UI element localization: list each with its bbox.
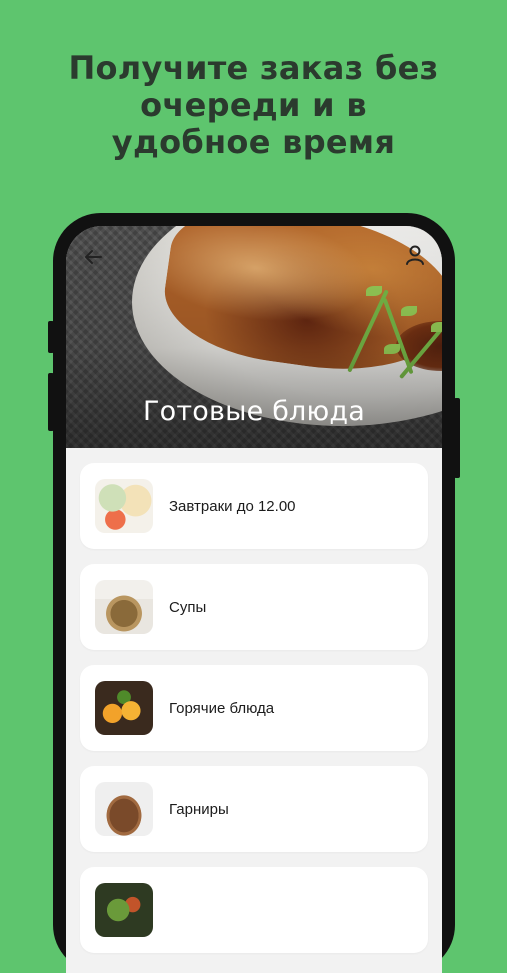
arrow-left-icon bbox=[85, 250, 102, 264]
back-button[interactable] bbox=[80, 244, 106, 270]
category-label: Супы bbox=[169, 598, 207, 616]
promo-title-line-1: Получите заказ без bbox=[68, 49, 439, 87]
category-thumbnail-salad bbox=[95, 883, 153, 937]
category-thumbnail-breakfast bbox=[95, 479, 153, 533]
category-thumbnail-soup bbox=[95, 580, 153, 634]
category-item-soup[interactable]: Супы bbox=[80, 564, 428, 650]
user-icon bbox=[406, 245, 424, 265]
category-label: Горячие блюда bbox=[169, 699, 275, 717]
page-title: Готовые блюда bbox=[142, 396, 366, 427]
promo-title: Получите заказ без очереди и в удобное в… bbox=[0, 50, 507, 161]
category-label: Гарниры bbox=[169, 800, 229, 818]
phone-side-button bbox=[454, 398, 460, 478]
app-screen: Готовые блюда Завтраки до 12.00 Супы Гор… bbox=[66, 226, 442, 973]
category-thumbnail-side-dishes bbox=[95, 782, 153, 836]
promo-title-line-3: удобное время bbox=[111, 123, 396, 161]
phone-side-button bbox=[48, 373, 54, 431]
category-thumbnail-hot-dishes bbox=[95, 681, 153, 735]
profile-button[interactable] bbox=[404, 244, 430, 270]
phone-frame: Готовые блюда Завтраки до 12.00 Супы Гор… bbox=[48, 213, 460, 973]
category-list: Завтраки до 12.00 Супы Горячие блюда Гар… bbox=[80, 463, 428, 968]
phone-side-button bbox=[48, 321, 54, 353]
category-item-breakfast[interactable]: Завтраки до 12.00 bbox=[80, 463, 428, 549]
category-item-side-dishes[interactable]: Гарниры bbox=[80, 766, 428, 852]
category-item-salad[interactable] bbox=[80, 867, 428, 953]
category-item-hot-dishes[interactable]: Горячие блюда bbox=[80, 665, 428, 751]
category-label: Завтраки до 12.00 bbox=[169, 497, 296, 515]
promo-title-line-2: очереди и в bbox=[140, 86, 367, 124]
hero-banner: Готовые блюда bbox=[66, 226, 442, 448]
